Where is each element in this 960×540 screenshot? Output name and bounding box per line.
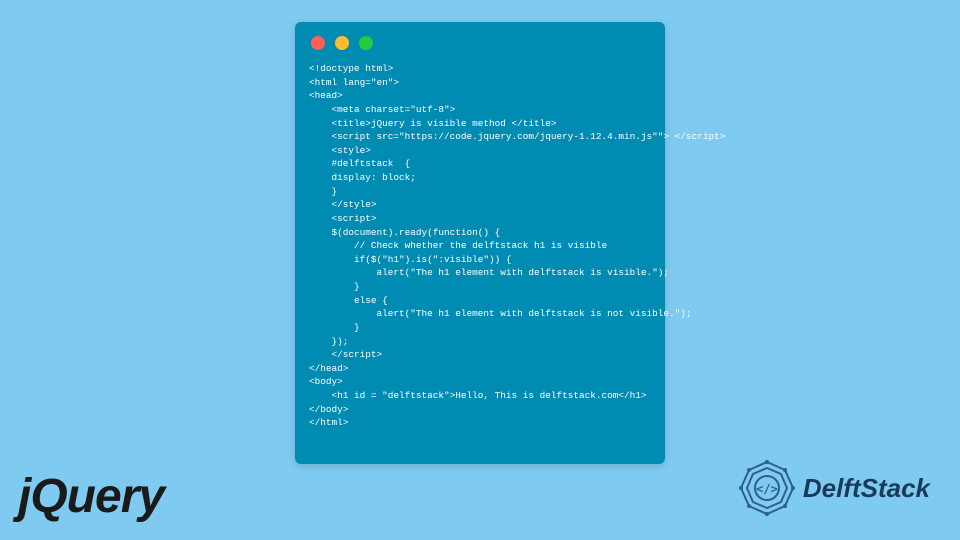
jquery-logo-text: jQuery bbox=[18, 469, 164, 524]
delftstack-logo-text: DelftStack bbox=[803, 473, 930, 504]
delftstack-logo: </> DelftStack bbox=[737, 458, 930, 518]
window-traffic-lights bbox=[309, 32, 651, 50]
code-content: <!doctype html> <html lang="en"> <head> … bbox=[309, 62, 651, 430]
minimize-icon[interactable] bbox=[335, 36, 349, 50]
maximize-icon[interactable] bbox=[359, 36, 373, 50]
close-icon[interactable] bbox=[311, 36, 325, 50]
jquery-logo: jQuery bbox=[18, 469, 164, 524]
code-window: <!doctype html> <html lang="en"> <head> … bbox=[295, 22, 665, 464]
svg-text:</>: </> bbox=[756, 482, 778, 496]
delftstack-gear-icon: </> bbox=[737, 458, 797, 518]
